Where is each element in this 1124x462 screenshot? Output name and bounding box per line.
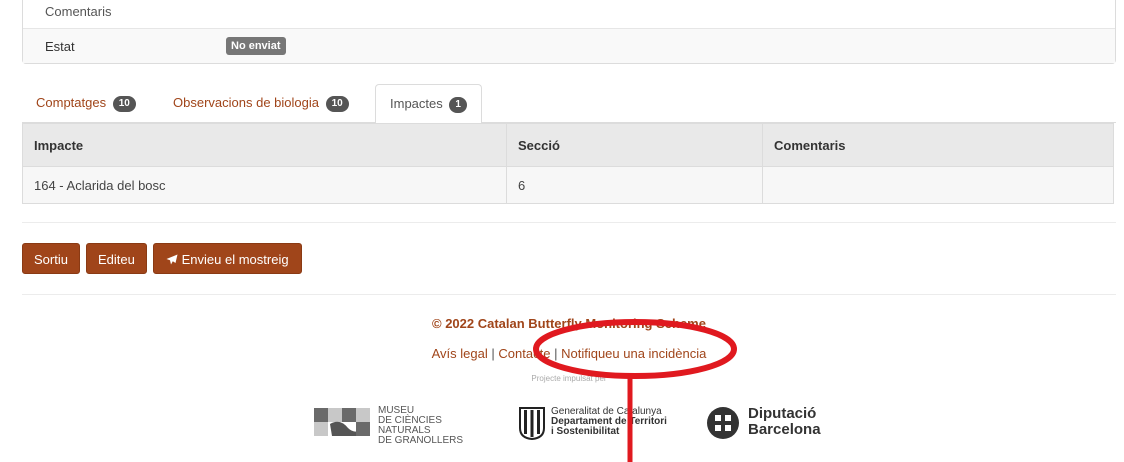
footer-links: Avís legal | Contacte | Notifiqueu una i…: [22, 346, 1116, 361]
divider: [22, 294, 1116, 295]
generalitat-line-3: i Sostenibilitat: [551, 426, 620, 437]
tab-label: Impactes: [390, 96, 443, 111]
send-sampling-button[interactable]: Envieu el mostreig: [153, 243, 302, 274]
tabs: Comptatges 10 Observacions de biologia 1…: [22, 84, 1116, 124]
tab-label: Observacions de biologia: [173, 95, 319, 110]
table-header-row: Impacte Secció Comentaris: [22, 123, 1114, 167]
contact-link[interactable]: Contacte: [498, 346, 550, 361]
tab-count-badge: 1: [449, 97, 467, 113]
send-sampling-label: Envieu el mostreig: [181, 252, 289, 267]
cell-impacte: 164 - Aclarida del bosc: [22, 166, 507, 204]
details-row-comments: Comentaris: [23, 0, 1115, 19]
diputacio-logo[interactable]: Diputació Barcelona: [706, 404, 826, 442]
tab-observacions[interactable]: Observacions de biologia 10: [173, 84, 349, 122]
details-panel: Comentaris Estat No enviat: [22, 0, 1116, 64]
comments-label: Comentaris: [45, 4, 112, 19]
divider: [22, 222, 1116, 223]
separator: |: [491, 346, 495, 361]
senyera-emblem-icon: [519, 407, 545, 440]
museu-logo[interactable]: MUSEU DE CIÈNCIES NATURALS DE GRANOLLERS: [314, 404, 494, 446]
museu-emblem-icon: [314, 408, 370, 436]
tab-label: Comptatges: [36, 95, 107, 110]
report-incident-link[interactable]: Notifiqueu una incidència: [561, 346, 706, 361]
column-header-impacte: Impacte: [22, 123, 507, 167]
impacts-table: Impacte Secció Comentaris 164 - Aclarida…: [22, 123, 1114, 204]
column-header-comentaris: Comentaris: [762, 123, 1114, 167]
diputacio-line-2: Barcelona: [748, 421, 821, 438]
cell-seccio: 6: [506, 166, 763, 204]
legal-link[interactable]: Avís legal: [432, 346, 488, 361]
annotation-overlay: [533, 319, 737, 462]
status-badge: No enviat: [226, 37, 286, 55]
tab-count-badge: 10: [112, 96, 136, 112]
footer-projecte: Projecte impulsat per: [531, 374, 607, 383]
details-row-status: Estat No enviat: [23, 28, 1115, 63]
cell-comentaris: [762, 166, 1114, 204]
tab-count-badge: 10: [325, 96, 349, 112]
exit-button[interactable]: Sortiu: [22, 243, 80, 274]
table-row: 164 - Aclarida del bosc 6: [22, 166, 1114, 204]
status-label: Estat: [45, 39, 75, 54]
edit-button[interactable]: Editeu: [86, 243, 147, 274]
museu-line-2: DE CIÈNCIES NATURALS: [378, 415, 442, 436]
footer-copyright: © 2022 Catalan Butterfly Monitoring Sche…: [432, 316, 706, 331]
diputacio-emblem-icon: [707, 407, 739, 439]
tab-comptatges[interactable]: Comptatges 10: [36, 84, 136, 122]
separator: |: [554, 346, 558, 361]
column-header-seccio: Secció: [506, 123, 763, 167]
generalitat-logo[interactable]: Generalitat de Catalunya Departament de …: [518, 404, 688, 442]
diputacio-line-1: Diputació: [748, 405, 817, 422]
paper-plane-icon: [166, 254, 178, 265]
tab-impactes[interactable]: Impactes 1: [375, 84, 482, 124]
museu-line-3: DE GRANOLLERS: [378, 435, 464, 446]
